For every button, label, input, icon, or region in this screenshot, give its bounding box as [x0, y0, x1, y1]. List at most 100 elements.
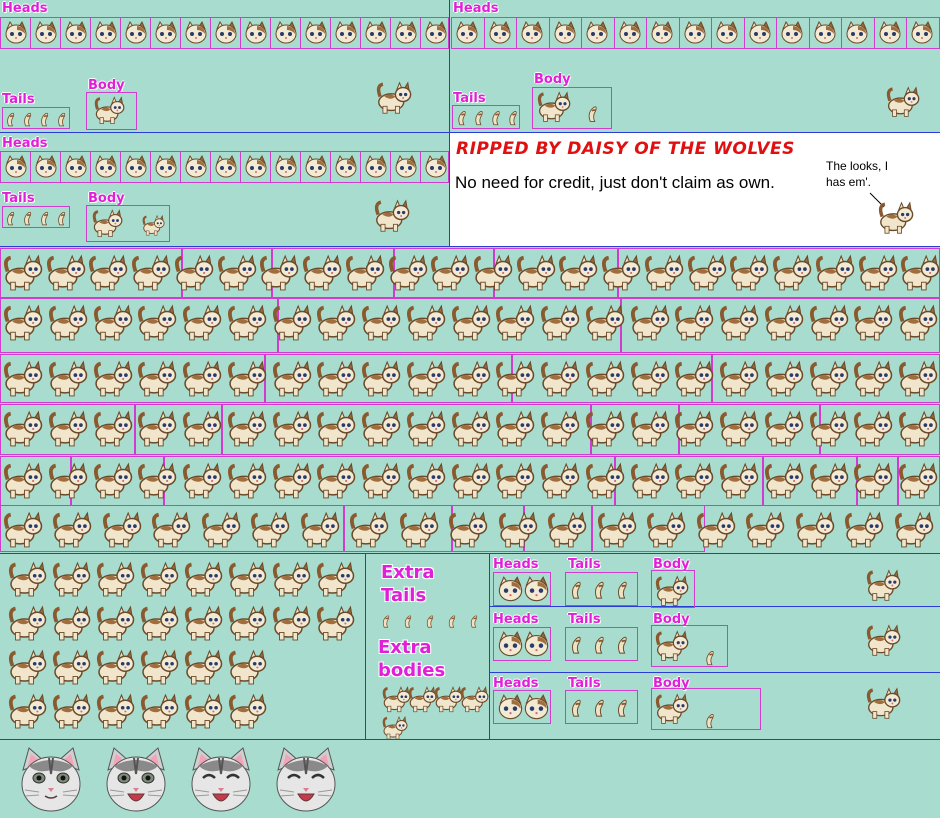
cat-sprite-icon — [365, 154, 387, 178]
cat-sprite-icon — [425, 20, 447, 44]
cat-sprite-icon — [730, 254, 769, 291]
cat-sprite-icon — [362, 304, 401, 341]
frame-separator — [581, 17, 582, 49]
cat-sprite-icon — [8, 693, 47, 729]
cat-sprite-icon — [866, 687, 901, 719]
cat-sprite-icon — [96, 693, 135, 729]
cat-sprite-icon — [184, 649, 223, 685]
cat-sprite-icon — [305, 154, 327, 178]
cat-sprite-icon — [316, 605, 355, 641]
cat-sprite-icon — [201, 511, 241, 548]
cat-sprite-icon — [595, 636, 604, 654]
cat-sprite-icon — [362, 360, 401, 397]
cat-sprite-icon — [317, 304, 356, 341]
cat-sprite-icon — [251, 511, 290, 548]
cat-sprite-icon — [630, 360, 669, 397]
cat-sprite-icon — [48, 360, 87, 397]
frame-separator — [483, 17, 485, 49]
tails-label: Tails — [2, 191, 35, 206]
cat-sprite-icon — [5, 20, 27, 44]
cat-sprite-icon — [317, 360, 356, 397]
frame-separator — [90, 151, 91, 183]
frame-separator — [711, 17, 712, 49]
frame-separator — [300, 17, 301, 49]
frame-separator — [60, 151, 61, 183]
cat-sprite-icon — [48, 462, 87, 499]
cat-sprite-icon — [52, 561, 91, 597]
cat-sprite-icon — [228, 693, 267, 729]
heads-label: Heads — [493, 612, 539, 627]
cat-sprite-icon — [53, 511, 92, 548]
cat-sprite-icon — [814, 20, 835, 44]
cat-sprite-icon — [498, 576, 523, 602]
cat-sprite-icon — [362, 462, 401, 499]
cat-sprite-icon — [541, 462, 580, 499]
cat-sprite-icon — [58, 211, 66, 226]
cat-sprite-icon — [140, 561, 179, 597]
frame-separator — [270, 151, 271, 183]
cat-sprite-icon — [317, 462, 356, 499]
cat-sprite-icon — [585, 360, 625, 397]
cat-sprite-icon — [272, 360, 311, 397]
cat-sprite-icon — [89, 254, 128, 291]
frame-separator — [841, 17, 842, 49]
divider — [489, 672, 940, 673]
frame-separator — [548, 17, 550, 49]
cat-sprite-icon — [132, 254, 171, 291]
cat-sprite-icon — [618, 581, 627, 599]
cat-sprite-icon — [185, 20, 207, 44]
cat-sprite-icon — [878, 201, 914, 234]
cat-sprite-icon — [406, 462, 446, 499]
cat-sprite-icon — [720, 304, 759, 341]
cat-sprite-icon — [509, 111, 517, 126]
cat-sprite-icon — [138, 360, 177, 397]
cat-sprite-icon — [496, 462, 535, 499]
credit-note: No need for credit, just don't claim as … — [455, 173, 775, 192]
cat-sprite-icon — [227, 360, 267, 397]
cat-sprite-icon — [899, 304, 938, 341]
cat-sprite-icon — [879, 20, 900, 44]
divider — [489, 553, 490, 739]
cat-sprite-icon — [687, 254, 726, 291]
frame-separator — [180, 151, 181, 183]
cat-sprite-icon — [93, 462, 132, 499]
cat-sprite-icon — [125, 20, 147, 44]
tails-label: Tails — [2, 92, 35, 107]
cat-sprite-icon — [618, 636, 627, 654]
cat-sprite-icon — [448, 615, 456, 628]
cat-sprite-icon — [185, 154, 207, 178]
cat-sprite-icon — [48, 304, 87, 341]
cat-sprite-icon — [554, 20, 575, 44]
frame-separator — [30, 151, 31, 183]
cat-face-icon — [21, 747, 81, 812]
cat-sprite-icon — [651, 20, 673, 44]
cat-sprite-icon — [95, 20, 117, 44]
frame-separator — [360, 17, 361, 49]
cat-sprite-icon — [102, 511, 142, 548]
frame-separator — [390, 151, 391, 183]
cat-sprite-icon — [395, 20, 417, 44]
frame-separator — [150, 151, 151, 183]
cat-sprite-icon — [451, 360, 490, 397]
cat-sprite-icon — [52, 649, 91, 685]
cat-sprite-icon — [345, 254, 385, 291]
cat-sprite-icon — [227, 304, 267, 341]
cat-sprite-icon — [541, 410, 580, 447]
cat-sprite-icon — [585, 304, 625, 341]
cat-sprite-icon — [655, 575, 689, 606]
cat-sprite-icon — [184, 693, 223, 729]
cat-sprite-icon — [426, 615, 434, 628]
heads-label: Heads — [453, 1, 499, 16]
cat-sprite-icon — [696, 511, 735, 548]
body-label: Body — [534, 72, 571, 87]
cat-sprite-icon — [58, 112, 66, 127]
cat-sprite-icon — [541, 304, 580, 341]
tails-label: Tails — [568, 557, 601, 572]
cat-sprite-icon — [899, 360, 938, 397]
cat-sprite-icon — [376, 81, 412, 114]
cat-sprite-icon — [125, 154, 147, 178]
cat-sprite-icon — [96, 605, 135, 641]
cat-sprite-icon — [524, 576, 549, 602]
cat-sprite-icon — [245, 154, 267, 178]
cat-sprite-icon — [706, 651, 714, 666]
